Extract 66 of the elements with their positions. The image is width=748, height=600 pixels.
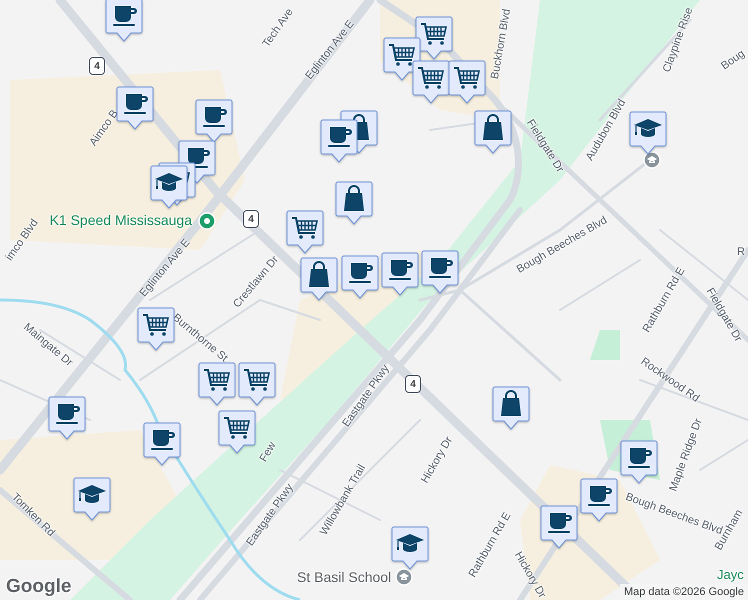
google-logo[interactable]: Google <box>6 576 72 598</box>
graduation-cap-icon <box>396 534 424 552</box>
place-label[interactable]: Jayc <box>717 567 744 582</box>
shopping-cart-icon <box>418 67 444 89</box>
map-marker[interactable] <box>320 119 358 165</box>
map-marker[interactable] <box>448 60 486 106</box>
coffee-cup-icon <box>429 258 453 278</box>
shopping-cart-icon <box>204 369 230 391</box>
shopping-bag-icon <box>344 185 364 211</box>
shopping-cart-icon <box>143 314 169 336</box>
street-label: Buckhorn Blvd <box>488 8 514 80</box>
map-marker[interactable] <box>143 422 181 468</box>
map-marker[interactable] <box>238 362 276 408</box>
coffee-cup-icon <box>328 127 352 147</box>
street-label: Maple Ridge Dr <box>667 417 705 493</box>
map-marker[interactable] <box>474 110 512 156</box>
map-marker[interactable] <box>116 86 154 132</box>
coffee-cup-icon <box>124 94 148 114</box>
route-shield: 4 <box>405 375 421 393</box>
place-label[interactable]: St Basil School <box>297 569 392 585</box>
map-marker[interactable] <box>300 257 338 303</box>
map-marker[interactable] <box>198 362 236 408</box>
map-marker[interactable] <box>105 0 143 44</box>
shopping-bag-icon <box>483 114 503 140</box>
route-shield: 4 <box>89 57 105 75</box>
coffee-cup-icon <box>113 6 137 26</box>
map-marker[interactable] <box>335 181 373 227</box>
map-marker[interactable] <box>492 386 530 432</box>
graduation-cap-icon <box>634 119 662 137</box>
coffee-cup-icon <box>588 486 612 506</box>
street-label: R <box>737 246 745 258</box>
map-marker[interactable] <box>629 111 667 157</box>
map-marker[interactable] <box>137 307 175 353</box>
map-marker[interactable] <box>218 410 256 456</box>
coffee-cup-icon <box>186 148 210 168</box>
shopping-cart-icon <box>421 23 447 45</box>
map-marker[interactable] <box>73 477 111 523</box>
map-marker[interactable] <box>412 60 450 106</box>
shopping-bag-icon <box>309 261 329 287</box>
map-marker[interactable] <box>391 526 429 572</box>
shopping-cart-icon <box>389 44 415 66</box>
map-marker[interactable] <box>48 396 86 442</box>
coffee-cup-icon <box>389 260 413 280</box>
map-marker[interactable] <box>341 255 379 301</box>
map-marker[interactable] <box>540 505 578 551</box>
coffee-cup-icon <box>203 107 227 127</box>
map-marker[interactable] <box>620 440 658 486</box>
map-marker[interactable] <box>580 478 618 524</box>
graduation-cap-icon <box>78 485 106 503</box>
shopping-cart-icon <box>292 217 318 239</box>
route-shield: 4 <box>243 210 259 228</box>
map-marker[interactable] <box>286 210 324 256</box>
place-label[interactable]: K1 Speed Mississauga <box>50 212 192 228</box>
coffee-cup-icon <box>349 263 373 283</box>
coffee-cup-icon <box>151 430 175 450</box>
shopping-bag-icon <box>501 390 521 416</box>
coffee-cup-icon <box>548 513 572 533</box>
map-marker[interactable] <box>415 16 453 62</box>
shopping-cart-icon <box>454 67 480 89</box>
place-pin[interactable] <box>198 212 216 230</box>
shopping-cart-icon <box>244 369 270 391</box>
shopping-cart-icon <box>224 417 250 439</box>
coffee-cup-icon <box>628 448 652 468</box>
map-marker[interactable] <box>381 252 419 298</box>
coffee-cup-icon <box>56 404 80 424</box>
map-marker[interactable] <box>421 250 459 296</box>
